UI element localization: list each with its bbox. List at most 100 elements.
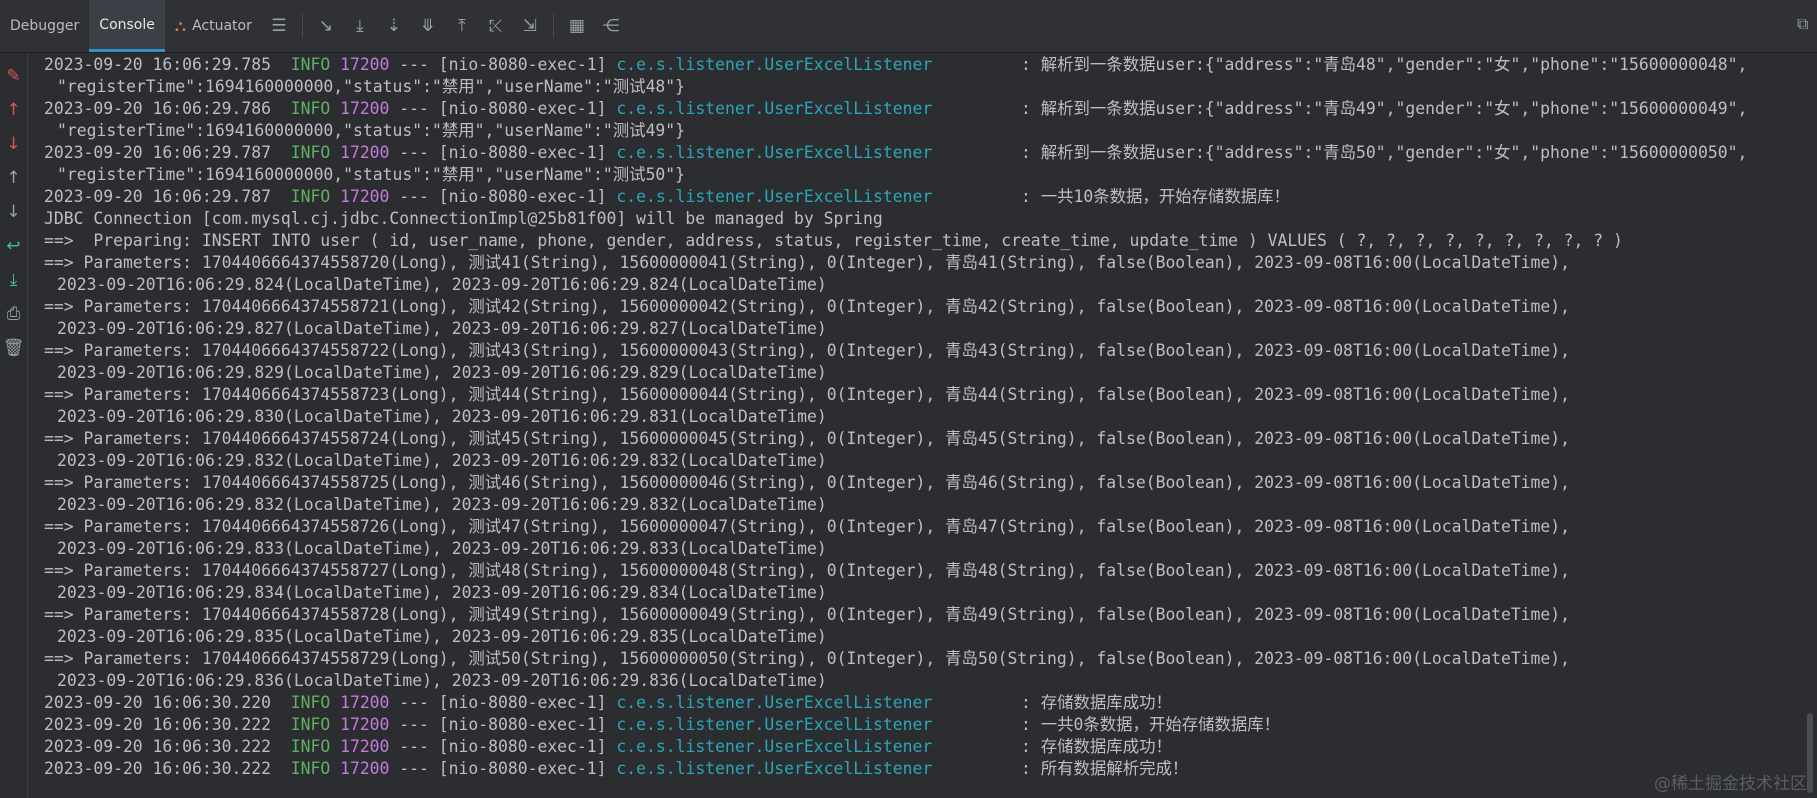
log-pid: 17200 bbox=[340, 55, 390, 74]
log-text: ==> Parameters: 1704406664374558727(Long… bbox=[44, 561, 1571, 580]
log-message: : 解析到一条数据user:{"address":"青岛48","gender"… bbox=[932, 55, 1748, 74]
log-line: 2023-09-20T16:06:29.824(LocalDateTime), … bbox=[44, 274, 1797, 296]
tab-console-label: Console bbox=[99, 16, 155, 33]
soft-wrap-icon[interactable]: ↩ bbox=[2, 229, 26, 263]
print-icon[interactable]: ⎙ bbox=[2, 297, 26, 331]
log-thread: --- [nio-8080-exec-1] bbox=[399, 55, 607, 74]
watermark: @稀土掘金技术社区 bbox=[1654, 774, 1807, 794]
scroll-to-end-icon[interactable]: ⤓ bbox=[2, 263, 26, 297]
log-continuation: 2023-09-20T16:06:29.835(LocalDateTime), … bbox=[57, 627, 827, 646]
log-continuation: 2023-09-20T16:06:29.829(LocalDateTime), … bbox=[57, 363, 827, 382]
log-timestamp: 2023-09-20 16:06:29.785 bbox=[44, 55, 271, 74]
log-line: 2023-09-20 16:06:29.787 INFO 17200 --- [… bbox=[44, 186, 1797, 208]
log-level: INFO bbox=[290, 187, 331, 206]
log-text: ==> Parameters: 1704406664374558725(Long… bbox=[44, 473, 1571, 492]
log-timestamp: 2023-09-20 16:06:30.222 bbox=[44, 737, 271, 756]
log-continuation: 2023-09-20T16:06:29.832(LocalDateTime), … bbox=[57, 495, 827, 514]
tab-debugger-label: Debugger bbox=[10, 18, 80, 34]
log-text: ==> Parameters: 1704406664374558728(Long… bbox=[44, 605, 1571, 624]
log-text: ==> Parameters: 1704406664374558721(Long… bbox=[44, 297, 1571, 316]
step-out-icon[interactable]: ⤒ bbox=[445, 0, 479, 52]
log-line: ==> Parameters: 1704406664374558722(Long… bbox=[44, 340, 1797, 362]
log-line: ==> Parameters: 1704406664374558721(Long… bbox=[44, 296, 1797, 318]
log-line: ==> Parameters: 1704406664374558728(Long… bbox=[44, 604, 1797, 626]
log-text: ==> Parameters: 1704406664374558723(Long… bbox=[44, 385, 1571, 404]
console-output[interactable]: 2023-09-20 16:06:29.785 INFO 17200 --- [… bbox=[44, 54, 1797, 798]
trash-icon[interactable]: 🗑 bbox=[2, 331, 26, 365]
vertical-scrollbar[interactable] bbox=[1807, 713, 1813, 793]
evaluate-expression-icon[interactable]: ▦ bbox=[560, 0, 594, 52]
log-line: 2023-09-20 16:06:30.222 INFO 17200 --- [… bbox=[44, 736, 1797, 758]
log-line: "registerTime":1694160000000,"status":"禁… bbox=[44, 120, 1797, 142]
log-line: 2023-09-20T16:06:29.827(LocalDateTime), … bbox=[44, 318, 1797, 340]
log-timestamp: 2023-09-20 16:06:30.222 bbox=[44, 759, 271, 778]
log-level: INFO bbox=[290, 759, 331, 778]
log-pid: 17200 bbox=[340, 737, 390, 756]
trace-current-stream-icon[interactable]: ⋲ bbox=[594, 0, 628, 52]
up-stack-icon[interactable]: ↑ bbox=[2, 93, 26, 127]
log-line: 2023-09-20 16:06:30.222 INFO 17200 --- [… bbox=[44, 758, 1797, 780]
log-level: INFO bbox=[290, 715, 331, 734]
log-continuation: 2023-09-20T16:06:29.834(LocalDateTime), … bbox=[57, 583, 827, 602]
log-line: 2023-09-20T16:06:29.834(LocalDateTime), … bbox=[44, 582, 1797, 604]
log-level: INFO bbox=[290, 55, 331, 74]
log-text: ==> Parameters: 1704406664374558729(Long… bbox=[44, 649, 1571, 668]
log-message: : 解析到一条数据user:{"address":"青岛49","gender"… bbox=[932, 99, 1748, 118]
log-thread: --- [nio-8080-exec-1] bbox=[399, 143, 607, 162]
run-to-cursor-icon[interactable]: ⇲ bbox=[513, 0, 547, 52]
log-line: ==> Parameters: 1704406664374558727(Long… bbox=[44, 560, 1797, 582]
log-thread: --- [nio-8080-exec-1] bbox=[399, 715, 607, 734]
clear-icon[interactable]: ✎ bbox=[2, 59, 26, 93]
log-timestamp: 2023-09-20 16:06:29.786 bbox=[44, 99, 271, 118]
show-execution-point-icon[interactable]: ↘ bbox=[309, 0, 343, 52]
log-timestamp: 2023-09-20 16:06:29.787 bbox=[44, 187, 271, 206]
log-continuation: "registerTime":1694160000000,"status":"禁… bbox=[57, 77, 686, 96]
log-line: 2023-09-20T16:06:29.829(LocalDateTime), … bbox=[44, 362, 1797, 384]
tab-actuator-label: Actuator bbox=[192, 18, 252, 34]
log-pid: 17200 bbox=[340, 759, 390, 778]
down-stack-icon[interactable]: ↓ bbox=[2, 127, 26, 161]
tab-console[interactable]: Console bbox=[89, 0, 165, 52]
log-logger: c.e.s.listener.UserExcelListener bbox=[616, 55, 933, 74]
log-pid: 17200 bbox=[340, 187, 390, 206]
log-line: ==> Preparing: INSERT INTO user ( id, us… bbox=[44, 230, 1797, 252]
log-logger: c.e.s.listener.UserExcelListener bbox=[616, 715, 933, 734]
menu-icon[interactable]: ☰ bbox=[262, 0, 296, 52]
log-level: INFO bbox=[290, 693, 331, 712]
log-logger: c.e.s.listener.UserExcelListener bbox=[616, 693, 933, 712]
step-over-icon[interactable]: ⤓ bbox=[343, 0, 377, 52]
log-text: ==> Parameters: 1704406664374558724(Long… bbox=[44, 429, 1571, 448]
log-continuation: 2023-09-20T16:06:29.832(LocalDateTime), … bbox=[57, 451, 827, 470]
log-line: 2023-09-20T16:06:29.833(LocalDateTime), … bbox=[44, 538, 1797, 560]
log-thread: --- [nio-8080-exec-1] bbox=[399, 693, 607, 712]
log-level: INFO bbox=[290, 143, 331, 162]
log-message: : 存储数据库成功！ bbox=[932, 737, 1172, 756]
tab-debugger[interactable]: Debugger bbox=[0, 0, 89, 52]
log-message: : 存储数据库成功！ bbox=[932, 693, 1172, 712]
console-gutter: ✎ ↑ ↓ ↑ ↓ ↩ ⤓ ⎙ 🗑 bbox=[0, 53, 28, 798]
log-line: ==> Parameters: 1704406664374558720(Long… bbox=[44, 252, 1797, 274]
log-line: ==> Parameters: 1704406664374558725(Long… bbox=[44, 472, 1797, 494]
step-into-icon[interactable]: ⇣ bbox=[377, 0, 411, 52]
log-line: ==> Parameters: 1704406664374558723(Long… bbox=[44, 384, 1797, 406]
log-line: 2023-09-20T16:06:29.835(LocalDateTime), … bbox=[44, 626, 1797, 648]
tab-actuator[interactable]: ⛬ Actuator bbox=[165, 0, 262, 52]
log-timestamp: 2023-09-20 16:06:29.787 bbox=[44, 143, 271, 162]
down-arrow-icon[interactable]: ↓ bbox=[2, 195, 26, 229]
up-arrow-icon[interactable]: ↑ bbox=[2, 161, 26, 195]
log-logger: c.e.s.listener.UserExcelListener bbox=[616, 759, 933, 778]
log-line: "registerTime":1694160000000,"status":"禁… bbox=[44, 164, 1797, 186]
layout-settings-icon[interactable]: ⧉ bbox=[1797, 14, 1817, 38]
log-text: ==> Parameters: 1704406664374558720(Long… bbox=[44, 253, 1571, 272]
log-message: : 所有数据解析完成！ bbox=[932, 759, 1189, 778]
log-continuation: 2023-09-20T16:06:29.833(LocalDateTime), … bbox=[57, 539, 827, 558]
log-line: 2023-09-20 16:06:30.222 INFO 17200 --- [… bbox=[44, 714, 1797, 736]
force-step-into-icon[interactable]: ⤋ bbox=[411, 0, 445, 52]
drop-frame-icon[interactable]: ⤪ bbox=[479, 0, 513, 52]
log-pid: 17200 bbox=[340, 715, 390, 734]
log-logger: c.e.s.listener.UserExcelListener bbox=[616, 99, 933, 118]
log-level: INFO bbox=[290, 737, 331, 756]
log-line: "registerTime":1694160000000,"status":"禁… bbox=[44, 76, 1797, 98]
log-timestamp: 2023-09-20 16:06:30.220 bbox=[44, 693, 271, 712]
log-message: : 一共10条数据，开始存储数据库！ bbox=[932, 187, 1290, 206]
